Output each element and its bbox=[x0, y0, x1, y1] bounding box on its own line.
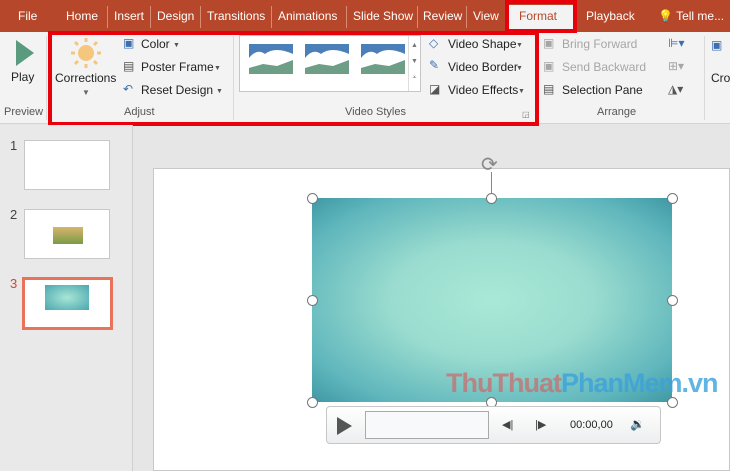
play-button[interactable]: Play bbox=[11, 70, 34, 84]
tab-insert[interactable]: Insert bbox=[114, 9, 144, 23]
bring-forward-button[interactable]: Bring Forward bbox=[562, 37, 637, 51]
time-display: 00:00,00 bbox=[570, 419, 613, 431]
tab-separator bbox=[466, 6, 467, 28]
highlight-format-tab bbox=[505, 0, 577, 33]
ribbon-tab-bar: File Home Insert Design Transitions Anim… bbox=[0, 0, 730, 32]
tab-review[interactable]: Review bbox=[423, 9, 462, 23]
align-icon[interactable]: ⊫▾ bbox=[668, 36, 684, 50]
watermark-part: ThuThuat bbox=[446, 368, 562, 398]
group-icon[interactable]: ⊞▾ bbox=[668, 59, 684, 73]
tab-view[interactable]: View bbox=[473, 9, 499, 23]
slide-number: 3 bbox=[10, 276, 18, 291]
tab-separator bbox=[107, 6, 108, 28]
highlight-ribbon-groups bbox=[48, 31, 539, 126]
resize-handle[interactable] bbox=[307, 397, 318, 408]
tab-file[interactable]: File bbox=[18, 9, 37, 23]
lightbulb-icon: 💡 bbox=[658, 9, 673, 23]
tab-separator bbox=[200, 6, 201, 28]
group-divider bbox=[46, 36, 47, 120]
resize-handle[interactable] bbox=[667, 193, 678, 204]
group-divider bbox=[704, 36, 705, 120]
tab-slide-show[interactable]: Slide Show bbox=[353, 9, 413, 23]
rotate-handle-icon[interactable]: ⟳ bbox=[481, 152, 498, 177]
slide-thumbnail-1[interactable] bbox=[24, 140, 110, 190]
bring-forward-icon: ▣ bbox=[543, 36, 555, 50]
thumbnail-video bbox=[45, 285, 89, 310]
group-label-arrange: Arrange bbox=[597, 106, 637, 118]
progress-bar[interactable] bbox=[365, 411, 489, 439]
watermark-part: .vn bbox=[681, 368, 719, 398]
selection-pane-button[interactable]: Selection Pane bbox=[562, 83, 643, 97]
tab-separator bbox=[346, 6, 347, 28]
slide-thumbnail-2[interactable] bbox=[24, 209, 110, 259]
tell-me-label: Tell me... bbox=[676, 9, 725, 23]
watermark-part: PhanMem bbox=[560, 368, 683, 398]
slide-thumbnail-3-selected[interactable] bbox=[22, 277, 113, 330]
step-forward-icon[interactable]: |▶ bbox=[535, 418, 546, 431]
tab-design[interactable]: Design bbox=[157, 9, 194, 23]
tab-animations[interactable]: Animations bbox=[278, 9, 337, 23]
thumbnail-image bbox=[53, 227, 83, 244]
tab-separator bbox=[150, 6, 151, 28]
tab-separator bbox=[417, 6, 418, 28]
watermark: ThuThuatPhanMem.vn bbox=[446, 368, 719, 399]
selection-pane-icon: ▤ bbox=[543, 82, 555, 96]
send-backward-icon: ▣ bbox=[543, 59, 555, 73]
step-back-icon[interactable]: ◀| bbox=[502, 418, 513, 431]
play-icon[interactable] bbox=[337, 417, 352, 435]
group-label-preview: Preview bbox=[4, 106, 44, 118]
crop-button[interactable]: Cro bbox=[711, 71, 730, 85]
rotate-icon[interactable]: ◮▾ bbox=[668, 82, 683, 96]
resize-handle[interactable] bbox=[486, 193, 497, 204]
crop-icon: ▣ bbox=[711, 38, 723, 52]
resize-handle[interactable] bbox=[307, 295, 318, 306]
slide-number: 2 bbox=[10, 207, 18, 222]
send-backward-button[interactable]: Send Backward bbox=[562, 60, 646, 74]
volume-icon[interactable]: 🔉 bbox=[630, 417, 645, 431]
play-icon bbox=[16, 40, 34, 66]
resize-handle[interactable] bbox=[667, 295, 678, 306]
tab-separator bbox=[271, 6, 272, 28]
tab-playback[interactable]: Playback bbox=[586, 9, 635, 23]
tell-me-search[interactable]: 💡 Tell me... bbox=[658, 9, 724, 23]
slide-number: 1 bbox=[10, 138, 18, 153]
resize-handle[interactable] bbox=[307, 193, 318, 204]
tab-transitions[interactable]: Transitions bbox=[207, 9, 265, 23]
tab-home[interactable]: Home bbox=[66, 9, 98, 23]
